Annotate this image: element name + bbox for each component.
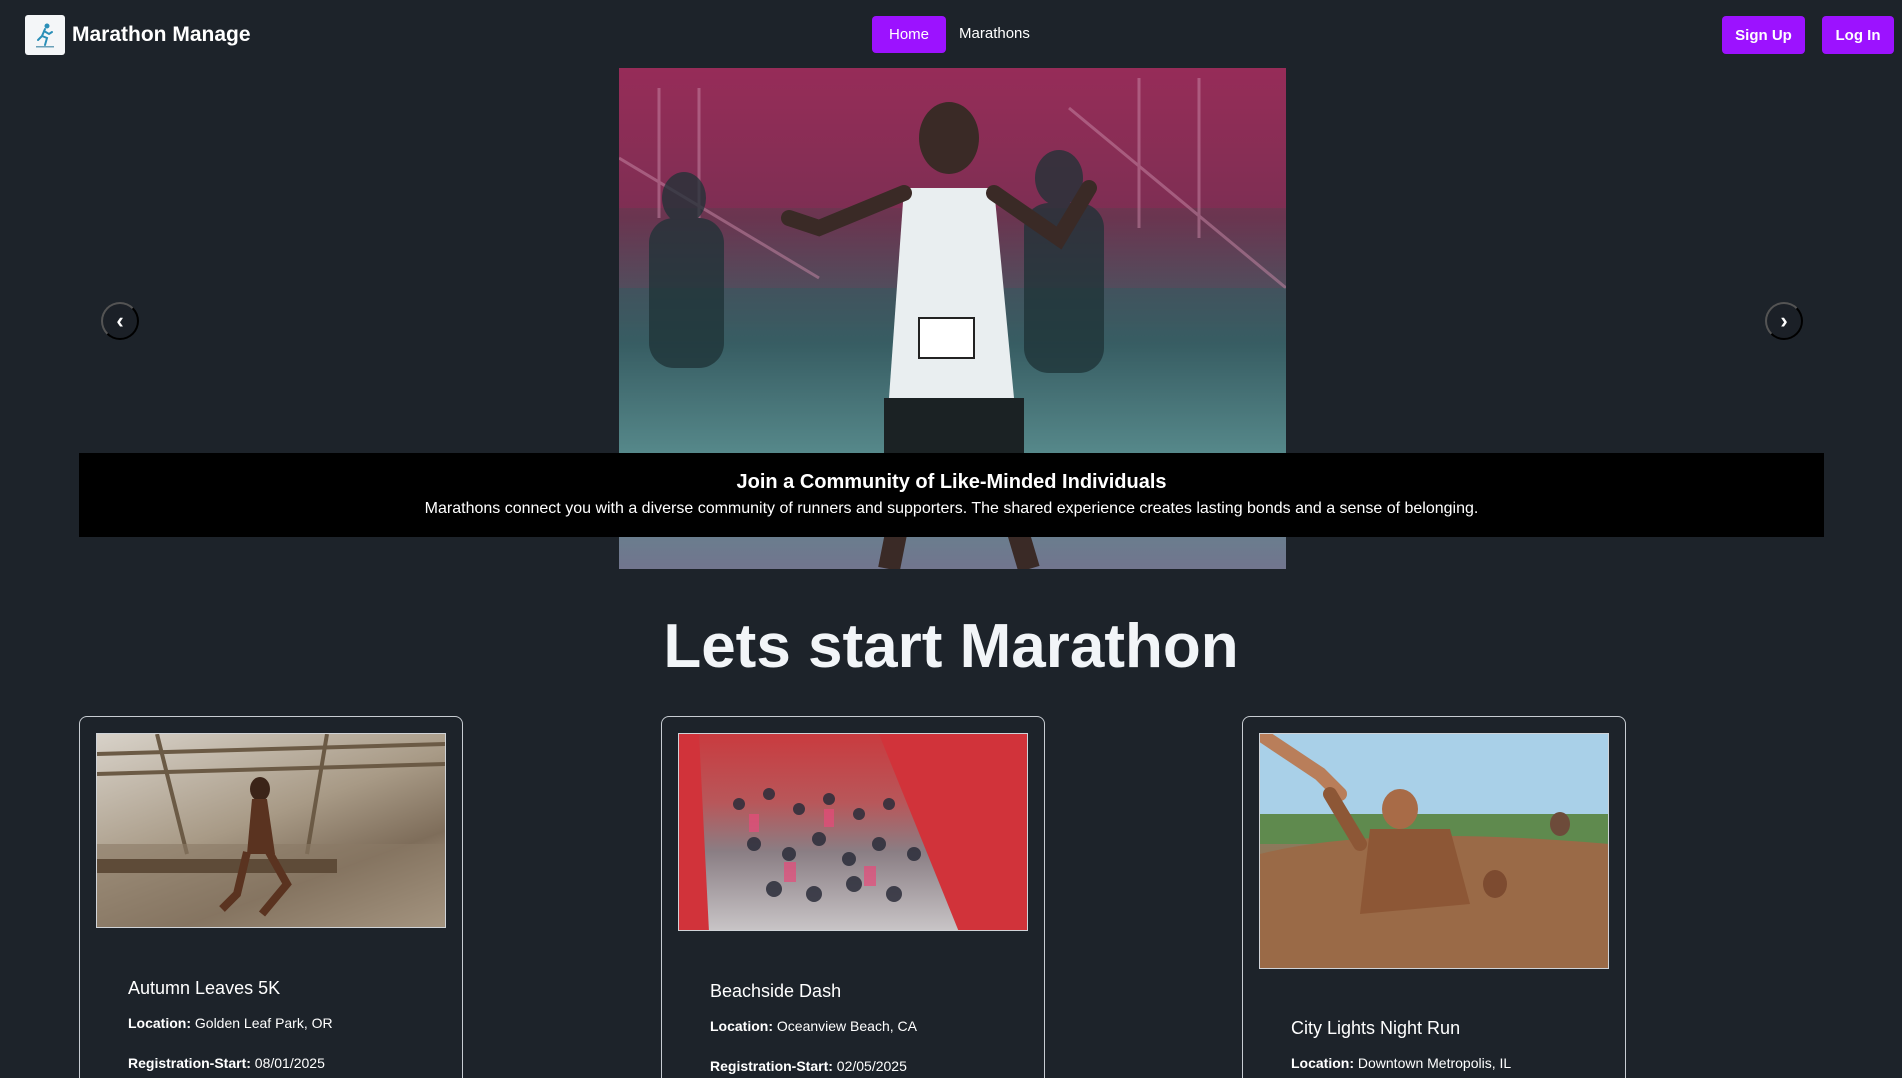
- marathon-card-body: City Lights Night Run Location: Downtown…: [1291, 1018, 1511, 1071]
- carousel-caption-text: Marathons connect you with a diverse com…: [424, 500, 1479, 517]
- marathon-card-location: Location: Golden Leaf Park, OR: [128, 1015, 333, 1031]
- registration-label: Registration-Start:: [710, 1058, 833, 1074]
- navbar: Marathon Manage Home Marathons Sign Up L…: [0, 0, 1902, 68]
- marathon-card-body: Autumn Leaves 5K Location: Golden Leaf P…: [128, 978, 333, 1071]
- marathon-card-title[interactable]: Autumn Leaves 5K: [128, 978, 333, 999]
- log-in-button[interactable]: Log In: [1822, 16, 1894, 54]
- hero-carousel: ‹ › Join a Community of Like-Minded Indi…: [0, 68, 1902, 569]
- chevron-right-icon: ›: [1780, 308, 1788, 333]
- section-title: Lets start Marathon: [663, 612, 1239, 681]
- carousel-caption: Join a Community of Like-Minded Individu…: [79, 453, 1824, 537]
- location-label: Location:: [128, 1015, 191, 1031]
- marathon-card[interactable]: Autumn Leaves 5K Location: Golden Leaf P…: [79, 716, 463, 1078]
- marathon-card-registration: Registration-Start: 02/05/2025: [710, 1058, 917, 1074]
- location-label: Location:: [1291, 1055, 1354, 1071]
- marathon-card-title[interactable]: City Lights Night Run: [1291, 1018, 1511, 1039]
- marathon-card-location: Location: Downtown Metropolis, IL: [1291, 1055, 1511, 1071]
- location-value: Downtown Metropolis, IL: [1357, 1055, 1512, 1071]
- brand[interactable]: Marathon Manage: [25, 15, 251, 55]
- marathon-card-image: [678, 733, 1028, 931]
- marathon-card[interactable]: Beachside Dash Location: Oceanview Beach…: [661, 716, 1045, 1078]
- marathon-card-registration: Registration-Start: 08/01/2025: [128, 1055, 333, 1071]
- location-label: Location:: [710, 1018, 773, 1034]
- carousel-caption-title: Join a Community of Like-Minded Individu…: [736, 471, 1167, 493]
- marathon-card-location: Location: Oceanview Beach, CA: [710, 1018, 917, 1034]
- main-nav: Home Marathons: [872, 16, 1030, 53]
- nav-marathons-link[interactable]: Marathons: [959, 25, 1030, 42]
- registration-value: 02/05/2025: [836, 1058, 907, 1074]
- nav-home-link[interactable]: Home: [872, 16, 947, 53]
- location-value: Golden Leaf Park, OR: [194, 1015, 333, 1031]
- marathon-card-body: Beachside Dash Location: Oceanview Beach…: [710, 981, 917, 1074]
- registration-value: 08/01/2025: [254, 1055, 325, 1071]
- carousel-next-button[interactable]: ›: [1765, 302, 1803, 340]
- location-value: Oceanview Beach, CA: [776, 1018, 917, 1034]
- marathon-card-image: [96, 733, 446, 928]
- runner-logo-icon[interactable]: [25, 15, 65, 55]
- sign-up-button[interactable]: Sign Up: [1722, 16, 1805, 54]
- marathon-card-title[interactable]: Beachside Dash: [710, 981, 917, 1002]
- chevron-left-icon: ‹: [116, 308, 124, 333]
- registration-label: Registration-Start:: [128, 1055, 251, 1071]
- brand-name[interactable]: Marathon Manage: [72, 23, 251, 47]
- marathon-card-image: [1259, 733, 1609, 969]
- carousel-prev-button[interactable]: ‹: [101, 302, 139, 340]
- marathon-card[interactable]: City Lights Night Run Location: Downtown…: [1242, 716, 1626, 1078]
